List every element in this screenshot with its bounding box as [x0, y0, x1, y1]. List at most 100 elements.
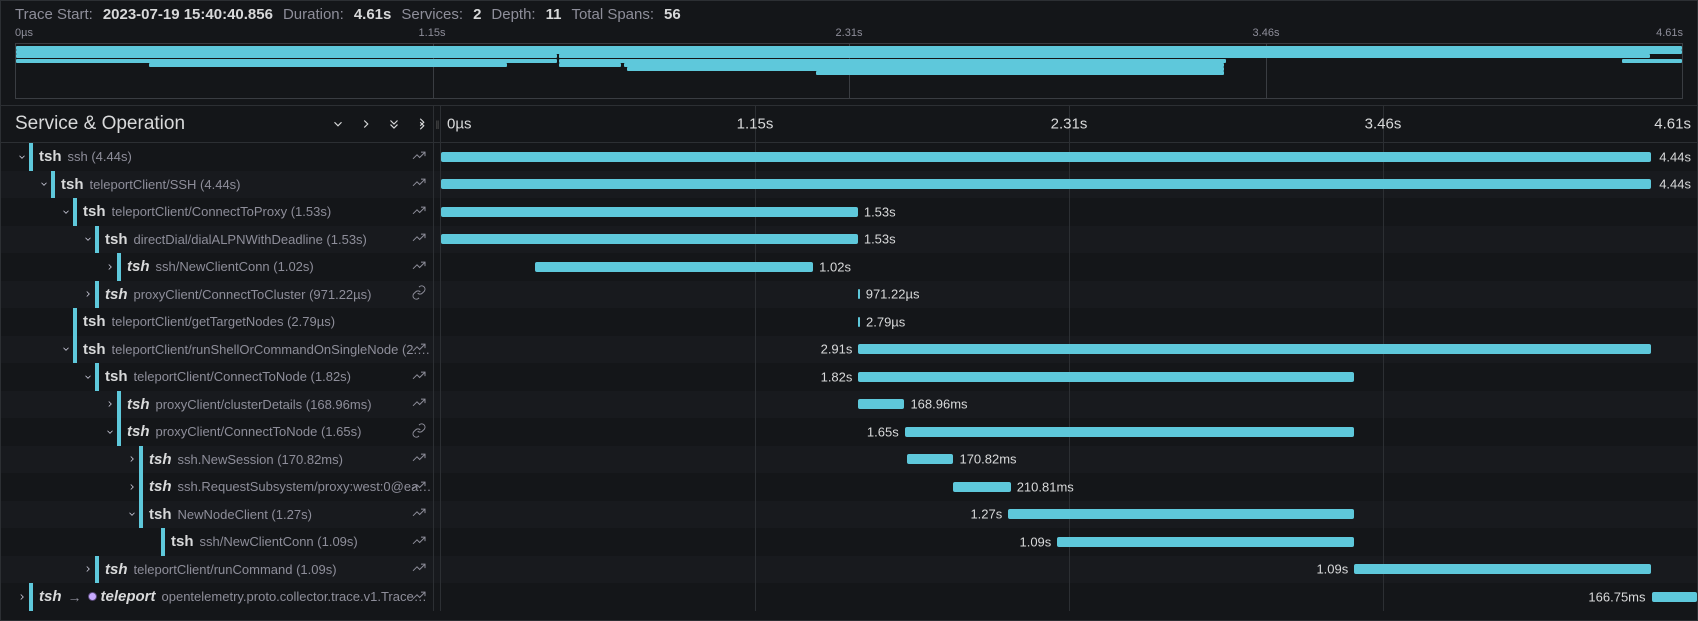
- row-expand-toggle[interactable]: [125, 480, 139, 494]
- span-duration-label: 166.75ms: [1588, 589, 1645, 604]
- collapse-all-button[interactable]: [383, 113, 405, 135]
- span-duration-bar[interactable]: [858, 372, 1354, 382]
- span-timeline-cell[interactable]: 168.96ms: [441, 391, 1697, 419]
- span-duration-bar[interactable]: [907, 454, 954, 464]
- span-duration-label: 170.82ms: [959, 452, 1016, 467]
- span-row[interactable]: tshteleportClient/runShellOrCommandOnSin…: [1, 336, 1697, 364]
- span-row[interactable]: tshteleportClient/ConnectToProxy (1.53s)…: [1, 198, 1697, 226]
- row-expand-toggle[interactable]: [103, 260, 117, 274]
- row-expand-toggle[interactable]: [81, 287, 95, 301]
- span-row[interactable]: tshproxyClient/ConnectToCluster (971.22µ…: [1, 281, 1697, 309]
- column-resize-handle[interactable]: [433, 106, 441, 142]
- row-expand-toggle[interactable]: [125, 452, 139, 466]
- span-row[interactable]: tshNewNodeClient (1.27s)1.27s: [1, 501, 1697, 529]
- span-duration-bar[interactable]: [441, 234, 858, 244]
- expand-all-button[interactable]: [411, 113, 433, 135]
- row-expand-toggle[interactable]: [81, 562, 95, 576]
- span-timeline-cell[interactable]: 1.09s: [441, 556, 1697, 584]
- span-row[interactable]: tshteleportClient/runCommand (1.09s)1.09…: [1, 556, 1697, 584]
- span-row[interactable]: tshssh.NewSession (170.82ms)170.82ms: [1, 446, 1697, 474]
- span-row[interactable]: tshssh.RequestSubsystem/proxy:west:0@eas…: [1, 473, 1697, 501]
- span-metrics-icon[interactable]: [411, 175, 427, 194]
- row-expand-toggle[interactable]: [81, 232, 95, 246]
- span-duration-bar[interactable]: [1354, 564, 1651, 574]
- service-color-bar: [51, 171, 55, 199]
- span-duration-bar[interactable]: [858, 289, 860, 299]
- span-duration-label: 1.65s: [867, 424, 899, 439]
- span-duration-bar[interactable]: [441, 207, 858, 217]
- span-timeline-cell[interactable]: 210.81ms: [441, 473, 1697, 501]
- row-expand-toggle[interactable]: [125, 507, 139, 521]
- span-timeline-cell[interactable]: 1.02s: [441, 253, 1697, 281]
- row-expand-toggle[interactable]: [103, 397, 117, 411]
- row-gutter: [433, 253, 441, 281]
- span-metrics-icon[interactable]: [411, 505, 427, 524]
- link-icon[interactable]: [411, 285, 427, 304]
- span-metrics-icon[interactable]: [411, 257, 427, 276]
- span-metrics-icon[interactable]: [411, 147, 427, 166]
- span-timeline-cell[interactable]: 1.53s: [441, 226, 1697, 254]
- span-timeline-cell[interactable]: 170.82ms: [441, 446, 1697, 474]
- span-duration-bar[interactable]: [1057, 537, 1354, 547]
- span-metrics-icon[interactable]: [411, 395, 427, 414]
- span-duration-bar[interactable]: [441, 152, 1651, 162]
- trace-minimap[interactable]: 0µs1.15s2.31s3.46s4.61s: [15, 27, 1683, 99]
- service-color-bar: [29, 143, 33, 171]
- span-timeline-cell[interactable]: 1.82s: [441, 363, 1697, 391]
- span-metrics-icon[interactable]: [411, 477, 427, 496]
- span-row[interactable]: tshssh/NewClientConn (1.02s)1.02s: [1, 253, 1697, 281]
- minimap-tick: 2.31s: [836, 27, 863, 39]
- span-metrics-icon[interactable]: [411, 367, 427, 386]
- span-duration-bar[interactable]: [535, 262, 813, 272]
- span-timeline-cell[interactable]: 4.44s: [441, 143, 1697, 171]
- span-row[interactable]: tshteleportClient/getTargetNodes (2.79µs…: [1, 308, 1697, 336]
- span-metrics-icon[interactable]: [411, 532, 427, 551]
- span-metrics-icon[interactable]: [411, 560, 427, 579]
- span-timeline-cell[interactable]: 1.09s: [441, 528, 1697, 556]
- collapse-children-button[interactable]: [327, 113, 349, 135]
- span-timeline-cell[interactable]: 971.22µs: [441, 281, 1697, 309]
- span-duration-bar[interactable]: [1008, 509, 1354, 519]
- link-icon[interactable]: [411, 422, 427, 441]
- span-duration-bar[interactable]: [858, 344, 1651, 354]
- span-metrics-icon[interactable]: [411, 202, 427, 221]
- row-gutter: [433, 198, 441, 226]
- row-expand-toggle[interactable]: [103, 425, 117, 439]
- span-metrics-icon[interactable]: [411, 450, 427, 469]
- span-timeline-cell[interactable]: 2.79µs: [441, 308, 1697, 336]
- span-duration-bar[interactable]: [905, 427, 1355, 437]
- span-duration-bar[interactable]: [953, 482, 1010, 492]
- span-timeline-cell[interactable]: 1.27s: [441, 501, 1697, 529]
- timeline-column-header: Service & Operation 0µs1.15s2.31s3.46s4.…: [1, 105, 1697, 143]
- row-expand-toggle[interactable]: [81, 370, 95, 384]
- minimap-canvas[interactable]: [15, 43, 1683, 99]
- operation-name: opentelemetry.proto.collector.trace.v1.T…: [162, 589, 433, 604]
- span-row[interactable]: tshproxyClient/ConnectToNode (1.65s)1.65…: [1, 418, 1697, 446]
- span-metrics-icon[interactable]: [411, 587, 427, 606]
- span-duration-bar[interactable]: [858, 317, 860, 327]
- row-expand-toggle[interactable]: [15, 590, 29, 604]
- span-duration-bar[interactable]: [1652, 592, 1697, 602]
- span-timeline-cell[interactable]: 166.75ms: [441, 583, 1697, 611]
- span-duration-bar[interactable]: [441, 179, 1651, 189]
- span-row[interactable]: tshssh/NewClientConn (1.09s)1.09s: [1, 528, 1697, 556]
- span-timeline-cell[interactable]: 4.44s: [441, 171, 1697, 199]
- span-timeline-cell[interactable]: 2.91s: [441, 336, 1697, 364]
- span-row[interactable]: tshteleportClient/SSH (4.44s)4.44s: [1, 171, 1697, 199]
- span-row[interactable]: tshproxyClient/clusterDetails (168.96ms)…: [1, 391, 1697, 419]
- span-row[interactable]: tshteleportClient/ConnectToNode (1.82s)1…: [1, 363, 1697, 391]
- row-expand-toggle[interactable]: [37, 177, 51, 191]
- span-row[interactable]: tshssh (4.44s)4.44s: [1, 143, 1697, 171]
- span-timeline-cell[interactable]: 1.65s: [441, 418, 1697, 446]
- span-row[interactable]: tshdirectDial/dialALPNWithDeadline (1.53…: [1, 226, 1697, 254]
- span-metrics-icon[interactable]: [411, 340, 427, 359]
- row-expand-toggle[interactable]: [59, 205, 73, 219]
- row-expand-toggle[interactable]: [15, 150, 29, 164]
- span-timeline-cell[interactable]: 1.53s: [441, 198, 1697, 226]
- expand-children-button[interactable]: [355, 113, 377, 135]
- span-duration-bar[interactable]: [858, 399, 904, 409]
- service-name: tsh: [83, 313, 106, 330]
- row-expand-toggle[interactable]: [59, 342, 73, 356]
- span-metrics-icon[interactable]: [411, 230, 427, 249]
- span-row[interactable]: tsh→teleportopentelemetry.proto.collecto…: [1, 583, 1697, 611]
